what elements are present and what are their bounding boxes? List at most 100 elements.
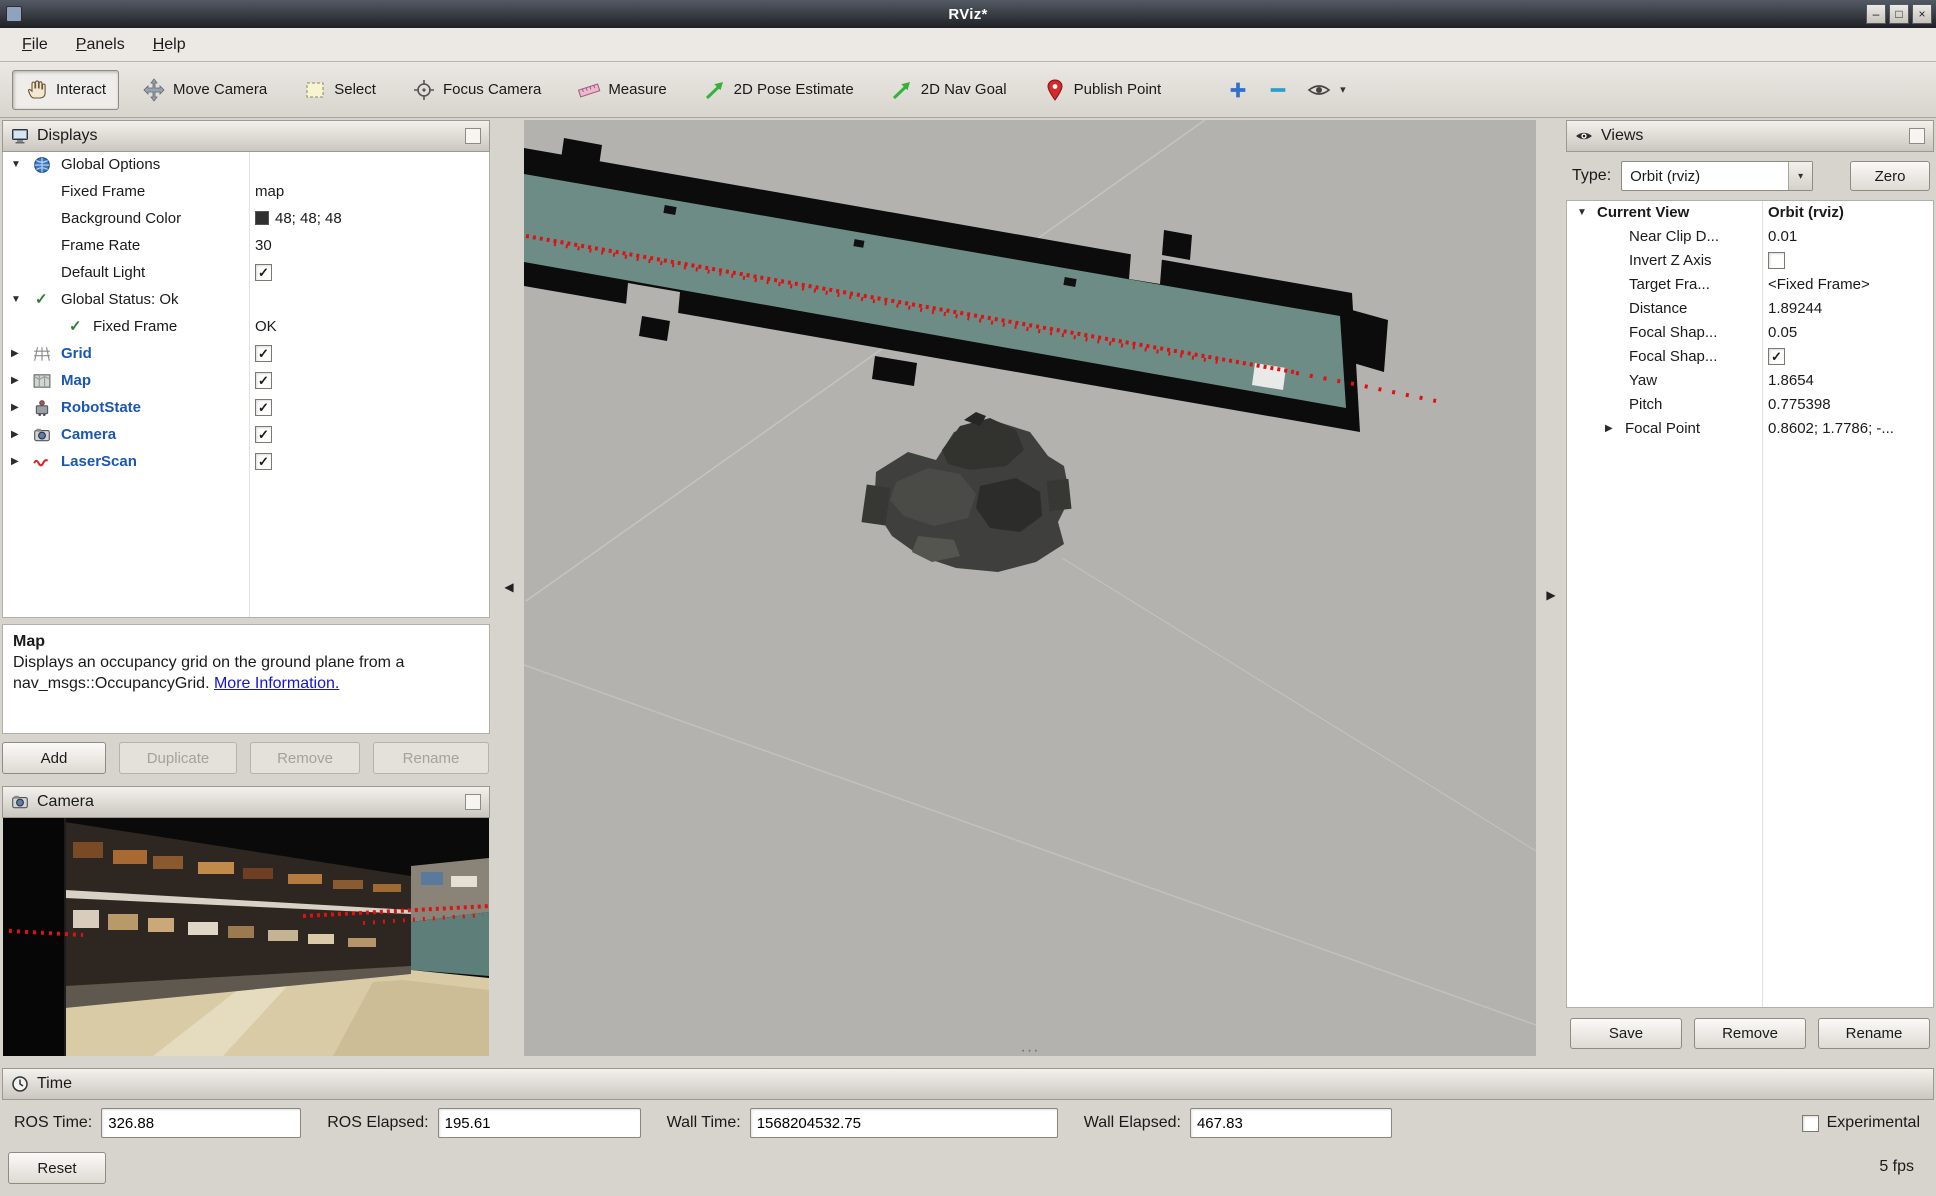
tree-row-fixed-frame[interactable]: Fixed Frame map <box>3 179 489 206</box>
publish-point-tool[interactable]: Publish Point <box>1030 70 1175 110</box>
collapse-left-panel-arrow[interactable]: ◀ <box>501 580 517 594</box>
remove-display-button: Remove <box>250 742 360 774</box>
view-row-yaw[interactable]: Yaw 1.8654 <box>1567 369 1933 393</box>
status-ok-check-icon: ✓ <box>35 291 53 309</box>
add-display-button[interactable]: Add <box>2 742 106 774</box>
globe-icon <box>33 156 51 174</box>
menu-help[interactable]: Help <box>139 31 200 59</box>
rename-view-button[interactable]: Rename <box>1818 1018 1930 1049</box>
tree-row-status-fixed-frame[interactable]: ✓ Fixed Frame OK <box>3 314 489 341</box>
combo-arrow-icon: ▾ <box>1788 162 1812 190</box>
focus-camera-tool-label: Focus Camera <box>443 81 541 98</box>
camera-panel-header: Camera <box>2 786 490 818</box>
maximize-button[interactable]: □ <box>1889 4 1909 24</box>
view-row-current-view[interactable]: ▼ Current View Orbit (rviz) <box>1567 201 1933 225</box>
default-light-checkbox[interactable]: ✓ <box>255 264 272 281</box>
zero-view-button[interactable]: Zero <box>1850 161 1930 191</box>
tree-row-map[interactable]: ▶ Map ✓ <box>3 368 489 395</box>
reset-button[interactable]: Reset <box>8 1152 106 1184</box>
select-tool-label: Select <box>334 81 376 98</box>
save-view-button[interactable]: Save <box>1570 1018 1682 1049</box>
expander-icon[interactable]: ▶ <box>11 429 19 440</box>
status-ok-check-icon: ✓ <box>69 318 87 336</box>
tree-row-default-light[interactable]: Default Light ✓ <box>3 260 489 287</box>
nav-goal-tool[interactable]: 2D Nav Goal <box>877 70 1020 110</box>
map-enabled-checkbox[interactable]: ✓ <box>255 372 272 389</box>
ros-time-input[interactable] <box>101 1108 301 1138</box>
ros-elapsed-input[interactable] <box>438 1108 641 1138</box>
wall-elapsed-input[interactable] <box>1190 1108 1392 1138</box>
remove-view-button[interactable]: Remove <box>1694 1018 1806 1049</box>
view-row-distance[interactable]: Distance 1.89244 <box>1567 297 1933 321</box>
view-type-combo[interactable]: Orbit (rviz) ▾ <box>1621 161 1813 191</box>
expander-icon[interactable]: ▶ <box>11 375 19 386</box>
focal-shape-checkbox[interactable]: ✓ <box>1768 348 1785 365</box>
view-type-label: Type: <box>1572 167 1611 185</box>
grid-enabled-checkbox[interactable]: ✓ <box>255 345 272 362</box>
views-buttons: Save Remove Rename <box>1566 1018 1934 1049</box>
tree-row-laserscan[interactable]: ▶ LaserScan ✓ <box>3 449 489 476</box>
displays-panel-float-button[interactable] <box>465 128 481 144</box>
window-controls: – □ × <box>1866 4 1932 24</box>
displays-panel: Displays ▼ Global Options Fixed Frame ma… <box>2 120 490 1056</box>
views-panel-header: Views <box>1566 120 1934 152</box>
fps-counter: 5 fps <box>1879 1158 1914 1176</box>
laserscan-enabled-checkbox[interactable]: ✓ <box>255 453 272 470</box>
view-row-target-frame[interactable]: Target Fra... <Fixed Frame> <box>1567 273 1933 297</box>
collapse-right-panel-arrow[interactable]: ▶ <box>1543 588 1559 602</box>
interact-tool[interactable]: Interact <box>12 70 119 110</box>
wall-time-input[interactable] <box>750 1108 1058 1138</box>
view-row-invert-z[interactable]: Invert Z Axis <box>1567 249 1933 273</box>
view-row-focal-shape-size[interactable]: Focal Shap... 0.05 <box>1567 321 1933 345</box>
expander-icon[interactable]: ▼ <box>11 294 21 305</box>
expander-icon[interactable]: ▶ <box>1605 423 1613 434</box>
tree-row-background-color[interactable]: Background Color 48; 48; 48 <box>3 206 489 233</box>
select-tool[interactable]: Select <box>290 70 389 110</box>
tree-row-frame-rate[interactable]: Frame Rate 30 <box>3 233 489 260</box>
measure-tool[interactable]: Measure <box>564 70 679 110</box>
views-panel-title: Views <box>1601 127 1643 145</box>
expander-icon[interactable]: ▶ <box>11 456 19 467</box>
menu-file[interactable]: File <box>8 31 62 59</box>
view-row-focal-shape-fixed[interactable]: Focal Shap... ✓ <box>1567 345 1933 369</box>
nav-goal-tool-label: 2D Nav Goal <box>921 81 1007 98</box>
view-type-row: Type: Orbit (rviz) ▾ Zero <box>1566 160 1934 192</box>
add-tool-button[interactable] <box>1220 71 1256 109</box>
views-panel-float-button[interactable] <box>1909 128 1925 144</box>
displays-tree: ▼ Global Options Fixed Frame map Backgro… <box>2 152 490 618</box>
ros-time-label: ROS Time: <box>14 1114 92 1132</box>
tree-row-camera[interactable]: ▶ Camera ✓ <box>3 422 489 449</box>
focus-camera-tool[interactable]: Focus Camera <box>399 70 554 110</box>
publish-point-tool-label: Publish Point <box>1074 81 1162 98</box>
display-description: Map Displays an occupancy grid on the gr… <box>2 624 490 734</box>
experimental-checkbox[interactable] <box>1802 1115 1819 1132</box>
more-information-link[interactable]: More Information. <box>214 675 339 692</box>
invert-z-checkbox[interactable] <box>1768 252 1785 269</box>
expander-icon[interactable]: ▼ <box>1577 207 1587 218</box>
displays-panel-header: Displays <box>2 120 490 152</box>
minimize-button[interactable]: – <box>1866 4 1886 24</box>
close-button[interactable]: × <box>1912 4 1932 24</box>
tree-row-global-options[interactable]: ▼ Global Options <box>3 152 489 179</box>
reset-row: Reset 5 fps <box>0 1150 1936 1190</box>
tree-row-robotstate[interactable]: ▶ RobotState ✓ <box>3 395 489 422</box>
expander-icon[interactable]: ▼ <box>11 159 21 170</box>
expander-icon[interactable]: ▶ <box>11 402 19 413</box>
tree-row-global-status[interactable]: ▼ ✓ Global Status: Ok <box>3 287 489 314</box>
robotstate-enabled-checkbox[interactable]: ✓ <box>255 399 272 416</box>
splitter-handle[interactable]: ··· <box>1021 1046 1040 1056</box>
tool-visibility-button[interactable]: ▾ <box>1300 70 1353 110</box>
view-row-focal-point[interactable]: ▶ Focal Point 0.8602; 1.7786; -... <box>1567 417 1933 441</box>
eye-icon <box>1307 78 1331 102</box>
camera-panel-float-button[interactable] <box>465 794 481 810</box>
move-camera-tool[interactable]: Move Camera <box>129 70 280 110</box>
remove-tool-button[interactable] <box>1260 71 1296 109</box>
camera-enabled-checkbox[interactable]: ✓ <box>255 426 272 443</box>
view-row-near-clip[interactable]: Near Clip D... 0.01 <box>1567 225 1933 249</box>
menu-panels[interactable]: Panels <box>62 31 139 59</box>
3d-viewport[interactable]: ··· <box>524 120 1536 1056</box>
pose-estimate-tool[interactable]: 2D Pose Estimate <box>690 70 867 110</box>
tree-row-grid[interactable]: ▶ Grid ✓ <box>3 341 489 368</box>
expander-icon[interactable]: ▶ <box>11 348 19 359</box>
view-row-pitch[interactable]: Pitch 0.775398 <box>1567 393 1933 417</box>
